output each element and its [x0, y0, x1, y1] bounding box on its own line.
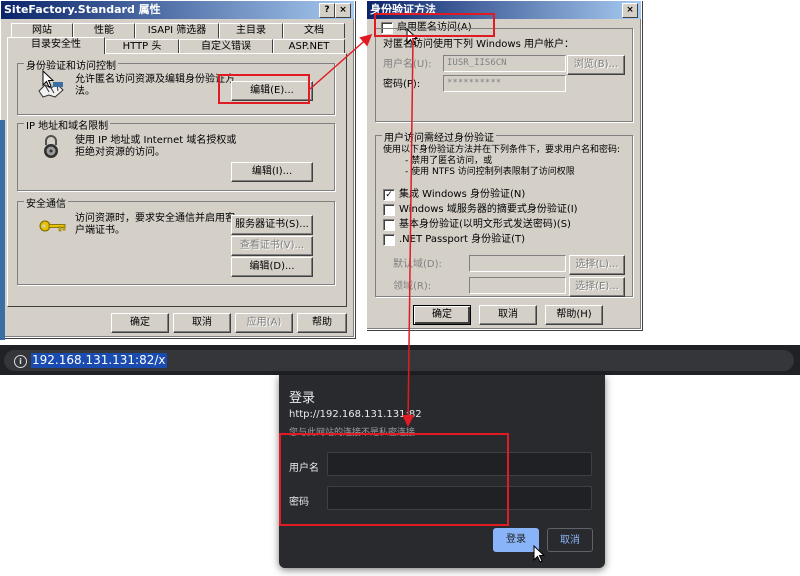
annotation-arrows [309, 34, 415, 427]
tab-directory-security[interactable]: 目录安全性 [7, 37, 105, 54]
